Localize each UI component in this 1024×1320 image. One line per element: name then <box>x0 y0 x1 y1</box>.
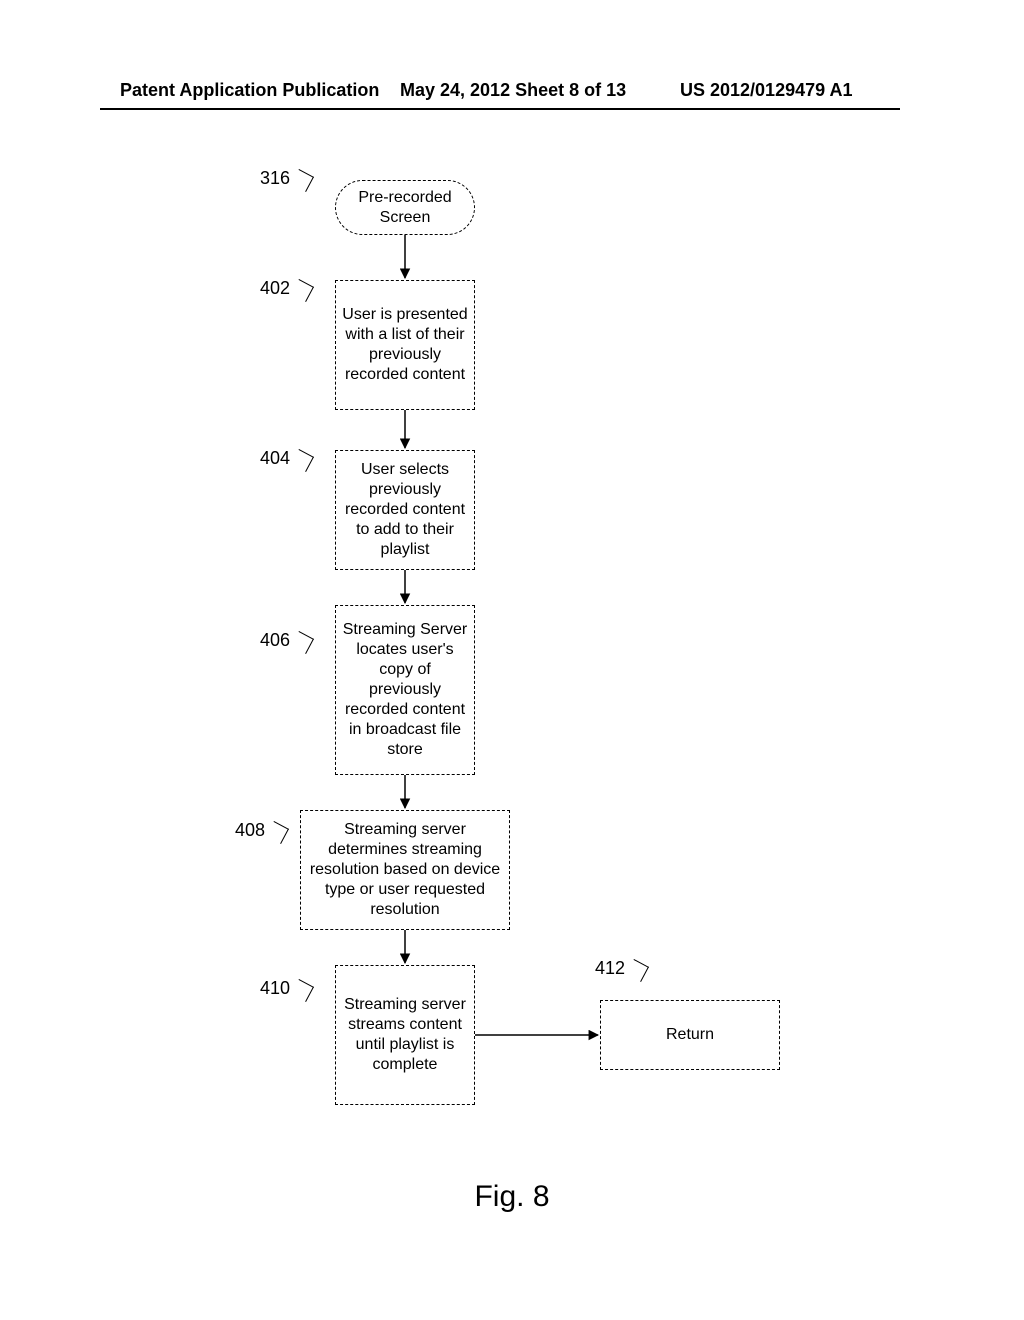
ref-tick-410 <box>291 979 314 1002</box>
figure-caption: Fig. 8 <box>0 1180 1024 1214</box>
ref-tick-402 <box>291 279 314 302</box>
node-server-streams-content: Streaming server streams content until p… <box>335 965 475 1105</box>
ref-tick-412 <box>626 959 649 982</box>
node-user-selects-content: User selects previously recorded content… <box>335 450 475 570</box>
node-return: Return <box>600 1000 780 1070</box>
node-pre-recorded-screen: Pre-recorded Screen <box>335 180 475 235</box>
node-user-presented-list: User is presented with a list of their p… <box>335 280 475 410</box>
node-text: Streaming server streams content until p… <box>342 995 468 1075</box>
ref-tick-316 <box>291 169 314 192</box>
ref-406: 406 <box>230 630 290 651</box>
ref-316: 316 <box>230 168 290 189</box>
ref-tick-404 <box>291 449 314 472</box>
node-text: Return <box>666 1025 714 1045</box>
ref-412: 412 <box>565 958 625 979</box>
header-rule <box>100 108 900 110</box>
node-text: Streaming Server locates user's copy of … <box>342 620 468 760</box>
ref-tick-408 <box>266 821 289 844</box>
node-server-locates-copy: Streaming Server locates user's copy of … <box>335 605 475 775</box>
node-text: Pre-recorded Screen <box>342 188 468 228</box>
header-mid: May 24, 2012 Sheet 8 of 13 <box>400 80 626 101</box>
ref-tick-406 <box>291 631 314 654</box>
page: Patent Application Publication May 24, 2… <box>0 0 1024 1320</box>
ref-404: 404 <box>230 448 290 469</box>
ref-410: 410 <box>230 978 290 999</box>
ref-408: 408 <box>205 820 265 841</box>
node-text: Streaming server determines streaming re… <box>307 820 503 920</box>
header-right: US 2012/0129479 A1 <box>680 80 852 101</box>
node-server-determines-resolution: Streaming server determines streaming re… <box>300 810 510 930</box>
node-text: User selects previously recorded content… <box>342 460 468 560</box>
header-left: Patent Application Publication <box>120 80 379 101</box>
ref-402: 402 <box>230 278 290 299</box>
flow-connectors <box>0 0 1024 1320</box>
node-text: User is presented with a list of their p… <box>342 305 468 385</box>
